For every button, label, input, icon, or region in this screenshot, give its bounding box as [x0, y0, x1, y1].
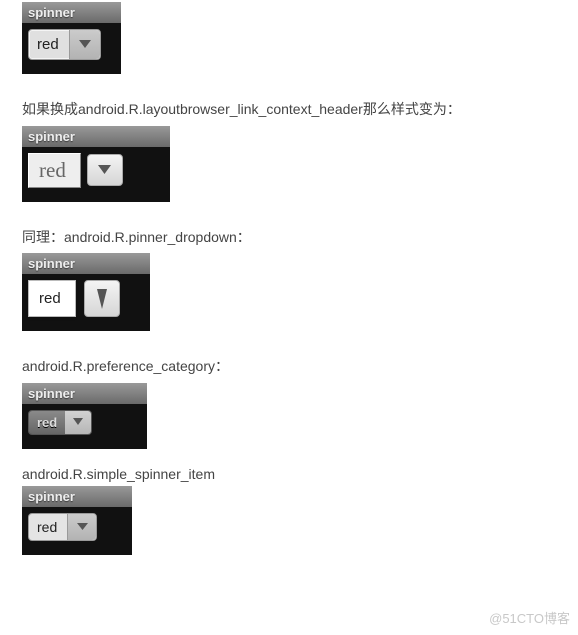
dropdown-button[interactable] — [87, 154, 123, 186]
widget-title: spinner — [22, 383, 147, 404]
widget-body: red — [22, 147, 170, 188]
widget-title: spinner — [22, 486, 132, 507]
chevron-down-icon — [76, 522, 89, 532]
widget-title: spinner — [22, 253, 150, 274]
spinner-value: red — [29, 514, 67, 540]
widget-body: red — [22, 507, 132, 541]
chevron-down-icon — [72, 417, 84, 427]
spinner-control[interactable]: red — [28, 410, 92, 435]
spinner-example: spinner red — [22, 486, 132, 555]
widget-body: red — [22, 404, 147, 435]
spinner-example: spinner red — [22, 2, 121, 74]
dropdown-button[interactable] — [84, 280, 120, 317]
widget-title: spinner — [22, 126, 170, 147]
spinner-example: spinner red — [22, 383, 147, 449]
chevron-down-icon — [97, 164, 112, 176]
spinner-control[interactable]: red — [28, 153, 123, 188]
spinner-value: red — [29, 411, 65, 434]
widget-title: spinner — [22, 2, 121, 23]
spinner-control[interactable]: red — [28, 280, 120, 317]
spinner-example: spinner red — [22, 126, 170, 202]
spinner-value: red — [28, 280, 76, 317]
dropdown-button[interactable] — [69, 30, 100, 59]
spinner-control[interactable]: red — [28, 29, 101, 60]
widget-body: red — [22, 274, 150, 317]
example-description: android.R.preference_category： — [22, 357, 578, 377]
example-description: android.R.simple_spinner_item — [22, 465, 578, 485]
example-description: 如果换成android.R.layoutbrowser_link_context… — [22, 100, 578, 120]
example-description: 同理：android.R.pinner_dropdown： — [22, 228, 578, 248]
spinner-value: red — [29, 30, 69, 59]
widget-body: red — [22, 23, 121, 60]
spinner-example: spinner red — [22, 253, 150, 331]
wedge-down-icon — [94, 287, 110, 311]
watermark: @51CTO博客 — [489, 608, 570, 627]
chevron-down-icon — [78, 39, 92, 50]
dropdown-button[interactable] — [67, 514, 96, 540]
spinner-value: red — [28, 153, 81, 188]
spinner-control[interactable]: red — [28, 513, 97, 541]
dropdown-button[interactable] — [65, 411, 91, 434]
